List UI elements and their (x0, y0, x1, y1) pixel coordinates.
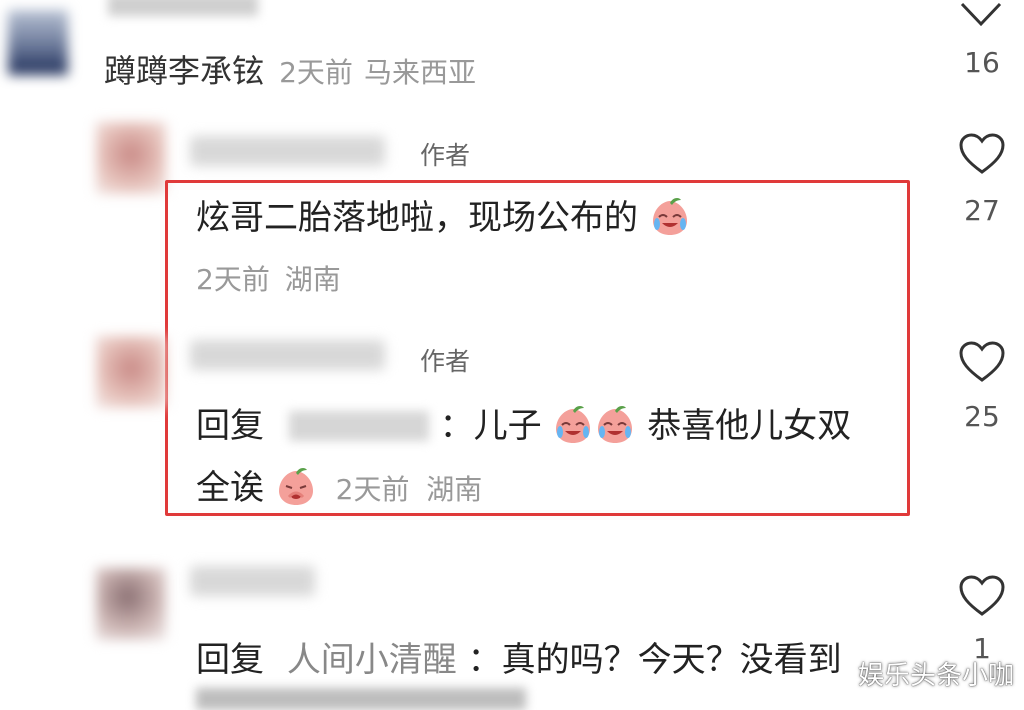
heart-outline-icon[interactable] (958, 340, 1006, 384)
location: 马来西亚 (364, 56, 477, 89)
username[interactable]: 蹲蹲李承铉 (104, 52, 264, 90)
username-blurred[interactable] (190, 566, 315, 596)
crying-laughing-peach-emoji (556, 406, 591, 443)
reply-target[interactable]: 人间小清醒 (287, 640, 457, 680)
reply-prefix: 回复 (196, 406, 264, 446)
reply-target-blurred[interactable] (288, 411, 429, 441)
heart-outline-icon[interactable] (958, 574, 1006, 618)
avatar[interactable] (96, 122, 166, 194)
like-count: 27 (964, 194, 1000, 227)
comment-2-meta: 2天前 湖南 (196, 258, 341, 298)
like-count: 25 (964, 400, 1000, 433)
timestamp: 2天前 (279, 56, 353, 89)
author-badge: 作者 (420, 141, 471, 170)
watermark: 娱乐头条小咖 (857, 661, 1014, 691)
avatar[interactable] (8, 10, 68, 75)
comment-text: ：真的吗？今天？没看到 (467, 640, 842, 680)
location: 湖南 (284, 263, 341, 296)
avatar[interactable] (96, 336, 166, 408)
crying-laughing-peach-emoji (652, 198, 687, 235)
cut-text-top (108, 0, 258, 16)
username-blurred[interactable] (190, 136, 385, 166)
avatar[interactable] (96, 568, 166, 640)
location: 湖南 (426, 473, 483, 506)
reply-prefix: 回复 (196, 640, 264, 680)
like-count: 16 (964, 46, 1000, 79)
comment-text: ：儿子 (439, 406, 542, 446)
comment-3-text-row-1: 回复 ：儿子 恭喜他儿女双 (196, 398, 851, 447)
comment-text: 恭喜他儿女双 (647, 406, 852, 446)
crying-laughing-peach-emoji (598, 406, 633, 443)
author-badge: 作者 (420, 347, 471, 376)
comment-text: 炫哥二胎落地啦，现场公布的 (196, 198, 638, 238)
comment-4-text-row: 回复 人间小清醒 ：真的吗？今天？没看到 (196, 632, 842, 681)
cut-text-bottom (196, 688, 526, 710)
chevron-down-icon[interactable] (958, 0, 1004, 30)
shy-peach-emoji (278, 468, 313, 505)
comment-text: 全诶 (196, 468, 264, 508)
comment-1-header: 蹲蹲李承铉 2天前 马来西亚 (104, 46, 476, 92)
comment-3-text-row-2: 全诶 2天前 湖南 (196, 460, 482, 509)
timestamp: 2天前 (196, 263, 270, 296)
timestamp: 2天前 (335, 473, 410, 506)
comment-2-text-row: 炫哥二胎落地啦，现场公布的 (196, 190, 691, 239)
heart-outline-icon[interactable] (958, 132, 1006, 176)
username-blurred[interactable] (190, 340, 385, 370)
